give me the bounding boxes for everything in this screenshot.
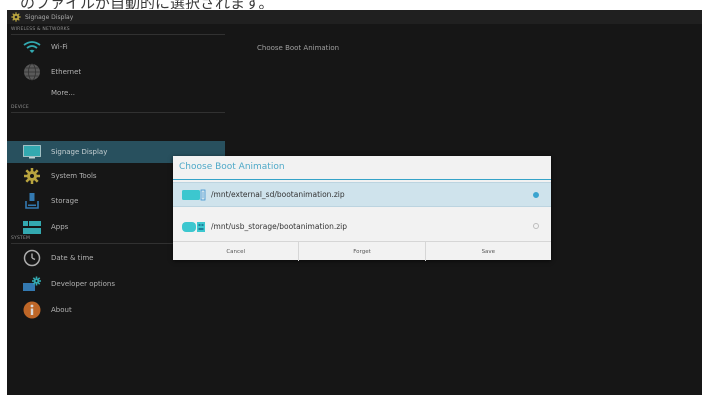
usb-icon xyxy=(182,221,205,232)
radio-unselected-icon[interactable] xyxy=(533,223,539,229)
forget-button[interactable]: Forget xyxy=(299,242,426,261)
dialog-title-divider xyxy=(173,179,551,180)
page-caption: のファイルが自動的に選択されます。 xyxy=(20,0,274,9)
option-label: /mnt/usb_storage/bootanimation.zip xyxy=(211,222,347,231)
save-button[interactable]: Save xyxy=(426,242,551,261)
option-usb-storage[interactable]: /mnt/usb_storage/bootanimation.zip xyxy=(173,214,551,239)
android-settings-screen: Signage Display WIRELESS & NETWORKS Wi-F… xyxy=(7,10,702,395)
boot-animation-dialog: Choose Boot Animation /mnt/external_sd/b… xyxy=(173,156,551,261)
radio-selected-icon[interactable] xyxy=(533,192,539,198)
dialog-title: Choose Boot Animation xyxy=(179,162,285,172)
dialog-button-bar: Cancel Forget Save xyxy=(173,241,551,261)
sd-card-icon xyxy=(182,189,206,200)
option-external-sd[interactable]: /mnt/external_sd/bootanimation.zip xyxy=(173,182,551,207)
option-label: /mnt/external_sd/bootanimation.zip xyxy=(211,190,345,199)
cancel-button[interactable]: Cancel xyxy=(173,242,300,261)
